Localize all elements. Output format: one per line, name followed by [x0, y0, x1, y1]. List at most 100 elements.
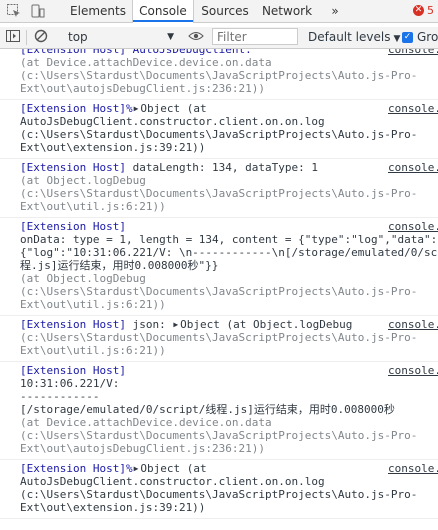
message-line: [Extension Host]%▶ Object (at — [20, 102, 418, 115]
eye-icon[interactable] — [188, 30, 204, 45]
message-text: (c:\Users\Stardust\Documents\JavaScriptP… — [20, 429, 418, 442]
message-text: Ext\out\util.js:6:21)) — [20, 344, 166, 357]
message-text: json: — [125, 318, 173, 331]
toolbar-divider — [26, 30, 27, 45]
log-levels-dropdown[interactable]: Default levels ▼ — [308, 27, 400, 48]
source-link[interactable]: console.log — [388, 318, 438, 331]
message-line: (c:\Users\Stardust\Documents\JavaScriptP… — [20, 331, 418, 344]
message-text: Ext\out\util.js:6:21)) — [20, 200, 166, 213]
message-text: (at Device.attachDevice.device.on.data — [20, 416, 272, 429]
checkbox-checked-icon[interactable]: ✓ — [402, 32, 413, 43]
tab-sources[interactable]: Sources — [196, 0, 254, 22]
message-line: ------------ — [20, 390, 418, 403]
message-line: Ext\out\autojsDebugClient.js:236:21)) — [20, 82, 418, 95]
message-line: [Extension Host] — [20, 364, 418, 377]
message-line: [Extension Host] json: ▶ Object (at Objec… — [20, 318, 418, 331]
console-message: console.log[Extension Host] dataLength: … — [0, 159, 438, 218]
console-message: console.log[Extension Host] json: ▶Objec… — [0, 316, 438, 362]
message-text: (c:\Users\Stardust\Documents\JavaScriptP… — [20, 187, 418, 200]
object-preview[interactable]: Object — [180, 318, 220, 331]
message-text: (c:\Users\Stardust\Documents\JavaScriptP… — [20, 331, 418, 344]
console-message: console.log [Extension Host]onData: type … — [0, 218, 438, 316]
error-count-badge[interactable]: ✕ 5 — [413, 4, 434, 17]
message-text: (c:\Users\Stardust\Documents\JavaScriptP… — [20, 69, 418, 82]
group-similar-label: Gro — [417, 30, 438, 44]
message-text: 10:31:06.221/V: — [20, 377, 120, 390]
source-link[interactable]: console.log — [388, 102, 438, 115]
message-line: (c:\Users\Stardust\Documents\JavaScriptP… — [20, 429, 418, 442]
log-prefix: [Extension Host]% — [20, 462, 133, 475]
message-line: 程.js]运行结束，用时0.008000秒"}} — [20, 259, 418, 272]
tab-console[interactable]: Console — [132, 0, 194, 23]
message-text: (c:\Users\Stardust\Documents\JavaScriptP… — [20, 488, 418, 501]
object-preview[interactable]: Object — [140, 102, 180, 115]
message-text: Ext\out\extension.js:39:21)) — [20, 141, 206, 154]
source-link[interactable]: console.log — [388, 161, 438, 174]
device-toolbar-icon[interactable] — [30, 3, 46, 19]
message-text: Ext\out\extension.js:39:21)) — [20, 501, 206, 514]
message-line: [Extension Host] — [20, 220, 418, 233]
source-link[interactable]: console.log — [388, 364, 438, 377]
message-line: (at Device.attachDevice.device.on.data — [20, 416, 418, 429]
message-text: (at Object.logDebug — [20, 174, 146, 187]
source-link[interactable]: console.log — [388, 49, 438, 56]
message-text: (at Object.logDebug — [219, 318, 353, 331]
message-line: (c:\Users\Stardust\Documents\JavaScriptP… — [20, 128, 418, 141]
message-line: Ext\out\autojsDebugClient.js:236:21)) — [20, 442, 418, 455]
message-text: onData: type = 1, length = 134, content … — [20, 233, 438, 246]
message-line: Ext\out\util.js:6:21)) — [20, 344, 418, 357]
filter-input[interactable] — [212, 28, 298, 45]
message-line: Ext\out\extension.js:39:21)) — [20, 141, 418, 154]
expand-triangle-icon[interactable]: ▶ — [134, 462, 139, 475]
message-line: (at Device.attachDevice.device.on.data — [20, 56, 418, 69]
console-message: console.log[Extension Host]%▶Object (atA… — [0, 460, 438, 519]
message-line: 10:31:06.221/V: — [20, 377, 418, 390]
expand-triangle-icon[interactable]: ▶ — [173, 318, 178, 331]
message-line: onData: type = 1, length = 134, content … — [20, 233, 437, 246]
message-text: Ext\out\autojsDebugClient.js:236:21)) — [20, 82, 266, 95]
console-output[interactable]: console.log [Extension Host] AutoJsDebugC… — [0, 49, 438, 530]
log-prefix: [Extension Host]% — [20, 102, 133, 115]
message-text: Ext\out\autojsDebugClient.js:236:21)) — [20, 442, 266, 455]
message-line: Ext\out\util.js:6:21)) — [20, 200, 418, 213]
sidebar-toggle-icon[interactable] — [6, 29, 20, 46]
clear-console-icon[interactable] — [34, 29, 48, 46]
message-line: (c:\Users\Stardust\Documents\JavaScriptP… — [20, 187, 418, 200]
console-message: console.log [Extension Host]10:31:06.221/… — [0, 362, 438, 460]
source-link[interactable]: console.log — [388, 462, 438, 475]
source-link[interactable]: console.log — [388, 220, 438, 233]
expand-triangle-icon[interactable]: ▶ — [134, 102, 139, 115]
message-line: (c:\Users\Stardust\Documents\JavaScriptP… — [20, 285, 418, 298]
log-prefix: [Extension Host] AutoJsDebugClient. — [20, 49, 252, 56]
message-text: (at Device.attachDevice.device.on.data — [20, 56, 272, 69]
message-text: (c:\Users\Stardust\Documents\JavaScriptP… — [20, 128, 418, 141]
dropdown-arrow-icon: ▼ — [167, 32, 174, 42]
log-prefix: [Extension Host] — [20, 364, 126, 377]
object-preview[interactable]: Object — [140, 462, 180, 475]
message-line: Ext\out\extension.js:39:21)) — [20, 501, 418, 514]
tab-elements[interactable]: Elements — [64, 0, 132, 22]
message-text: AutoJsDebugClient.constructor.client.on.… — [20, 115, 325, 128]
message-text: [/storage/emulated/0/script/线程.js]运行结束，用… — [20, 403, 395, 416]
log-prefix: [Extension Host] — [20, 161, 126, 174]
console-message: console.log [Extension Host] AutoJsDebugC… — [0, 49, 438, 100]
inspect-element-icon[interactable] — [6, 3, 22, 19]
dropdown-arrow-icon: ▼ — [393, 34, 401, 44]
tab-network[interactable]: Network — [258, 0, 316, 22]
log-prefix: [Extension Host] — [20, 220, 126, 233]
error-icon: ✕ — [413, 5, 424, 16]
message-text: (at — [180, 102, 207, 115]
group-similar-toggle[interactable]: ✓ Gro — [402, 27, 438, 48]
message-text: Ext\out\util.js:6:21)) — [20, 298, 166, 311]
message-text: 程.js]运行结束，用时0.008000秒"}} — [20, 259, 219, 272]
more-tabs-button[interactable]: » — [328, 0, 342, 22]
message-line: [Extension Host] AutoJsDebugClient. — [20, 49, 418, 56]
message-text: (at Object.logDebug — [20, 272, 146, 285]
message-text: (c:\Users\Stardust\Documents\JavaScriptP… — [20, 285, 418, 298]
message-line: [/storage/emulated/0/script/线程.js]运行结束，用… — [20, 403, 418, 416]
message-line: AutoJsDebugClient.constructor.client.on.… — [20, 475, 418, 488]
context-selector[interactable]: top ▼ — [60, 27, 180, 48]
message-line: (at Object.logDebug — [20, 174, 418, 187]
message-line: [Extension Host]%▶ Object (at — [20, 462, 418, 475]
message-line: (at Object.logDebug — [20, 272, 418, 285]
